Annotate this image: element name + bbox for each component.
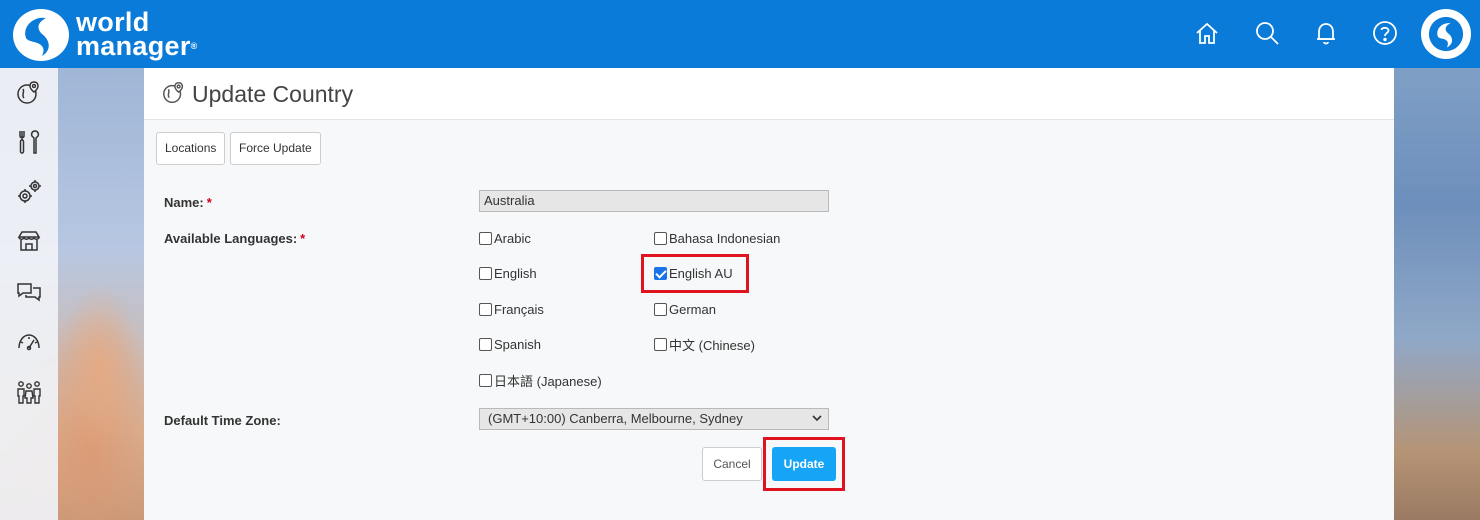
checkbox[interactable] [654,302,667,316]
cancel-button[interactable]: Cancel [702,447,762,481]
timezone-select[interactable]: (GMT+10:00) Canberra, Melbourne, Sydney [479,408,829,430]
checkbox[interactable] [479,337,492,351]
language-label: English AU [669,265,733,281]
language-option-german[interactable]: German [654,299,716,319]
language-option-english-au[interactable]: English AU [654,263,733,283]
checkbox[interactable] [479,373,492,387]
store-icon[interactable] [15,228,43,256]
avatar[interactable] [1421,9,1471,59]
language-label: Arabic [494,230,531,246]
language-option-arabic[interactable]: Arabic [479,228,531,248]
update-button[interactable]: Update [772,447,836,481]
form-area: Locations Force Update Name: * Australia … [144,120,1394,520]
checkbox[interactable] [479,302,492,316]
world-manager-logo[interactable]: world manager® [12,6,232,62]
required-mark: * [206,195,212,210]
map-pin-globe-icon[interactable] [15,79,43,107]
left-sidebar [0,68,58,520]
background-image-right [1394,68,1480,520]
language-option-english[interactable]: English [479,263,537,283]
name-field[interactable]: Australia [479,190,829,212]
language-label: Spanish [494,336,541,352]
language-option-francais[interactable]: Français [479,299,544,319]
force-update-button[interactable]: Force Update [230,132,321,165]
tools-icon[interactable] [15,128,43,156]
language-label: Français [494,301,544,317]
page-title: Update Country [192,81,354,107]
chat-icon[interactable] [15,278,43,306]
required-mark: * [300,231,306,246]
logo-text-manager: manager [76,31,191,61]
help-icon[interactable] [1371,19,1399,47]
map-pin-globe-icon [163,82,184,104]
timezone-label: Default Time Zone: [164,413,281,428]
language-option-spanish[interactable]: Spanish [479,334,541,354]
checkbox[interactable] [654,231,667,245]
language-label: Bahasa Indonesian [669,230,781,246]
language-option-japanese[interactable]: 日本語 (Japanese) [479,370,602,390]
language-label: 日本語 (Japanese) [494,373,602,389]
checkbox-checked[interactable] [654,266,667,280]
name-label: Name: * [164,195,212,210]
timezone-value: (GMT+10:00) Canberra, Melbourne, Sydney [488,411,743,426]
checkbox[interactable] [479,266,492,280]
language-label: English [494,265,537,281]
language-option-chinese[interactable]: 中文 (Chinese) [654,334,755,354]
languages-label: Available Languages: * [164,231,305,246]
language-label: 中文 (Chinese) [669,337,755,353]
world-manager-mark-icon [1428,16,1464,52]
chevron-down-icon [812,415,822,422]
people-icon[interactable] [15,378,43,406]
top-bar: world manager® [0,0,1480,68]
speedometer-icon[interactable] [15,328,43,356]
language-label: German [669,301,716,317]
search-icon[interactable] [1253,19,1281,47]
locations-button[interactable]: Locations [156,132,226,165]
checkbox[interactable] [654,337,667,351]
gears-icon[interactable] [15,178,43,206]
checkbox[interactable] [479,231,492,245]
main-panel: Update Country Locations Force Update Na… [144,68,1394,520]
logo-registered-mark: ® [190,41,198,51]
languages-label-text: Available Languages: [164,231,298,246]
bell-icon[interactable] [1312,19,1340,47]
world-manager-mark-icon [13,9,69,61]
name-label-text: Name: [164,195,204,210]
language-option-bahasa-indonesian[interactable]: Bahasa Indonesian [654,228,780,248]
panel-header: Update Country [144,68,1394,120]
home-icon[interactable] [1193,19,1221,47]
